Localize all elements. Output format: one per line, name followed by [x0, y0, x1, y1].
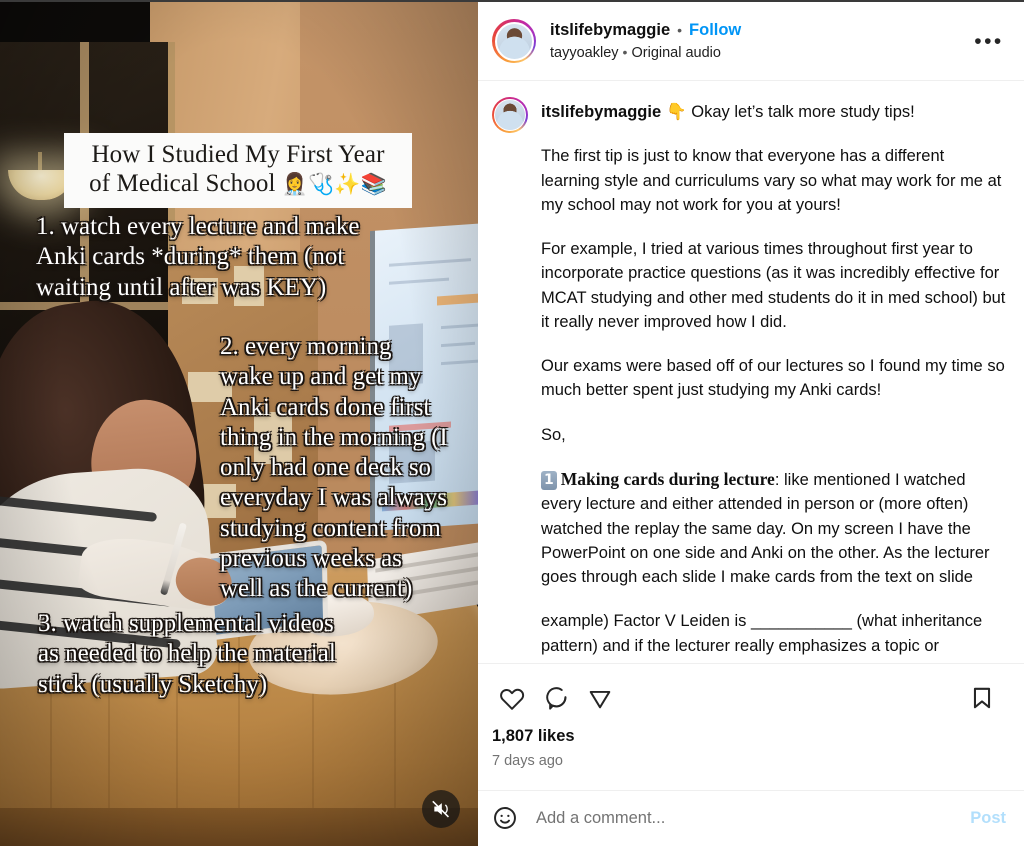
post-actions: 1,807 likes 7 days ago — [478, 664, 1024, 769]
caption-paragraph: Our exams were based off of our lectures… — [541, 357, 1005, 400]
video-title-card: How I Studied My First Year of Medical S… — [64, 133, 412, 208]
avatar[interactable] — [492, 19, 536, 63]
emoji-picker-button[interactable] — [492, 805, 520, 833]
pointing-down-icon: 👇 — [666, 102, 687, 121]
mute-toggle-button[interactable] — [422, 790, 460, 828]
video-overlay-tip-3: 3. watch supplemental videos as needed t… — [38, 610, 336, 698]
likes-count[interactable]: 1,807 likes — [492, 727, 1006, 746]
caption-avatar[interactable] — [492, 97, 528, 133]
audio-separator: • — [622, 44, 628, 60]
caption-paragraph: So, — [541, 425, 566, 444]
follow-button[interactable]: Follow — [689, 21, 741, 40]
caption-intro: itslifebymaggie 👇 Okay let’s talk more st… — [541, 100, 1006, 124]
paper-plane-icon — [589, 690, 611, 709]
caption-username[interactable]: itslifebymaggie — [541, 103, 661, 121]
audio-label[interactable]: Original audio — [631, 45, 720, 61]
speaker-muted-icon — [432, 800, 449, 818]
video-overlay-tip-1: 1. watch every lecture and make Anki car… — [36, 213, 360, 301]
audio-attribution-username[interactable]: tayyoakley — [550, 45, 619, 61]
post-header: itslifebymaggie • Follow tayyoakley • Or… — [478, 2, 1024, 81]
ellipsis-icon: ••• — [974, 29, 1004, 53]
save-button[interactable] — [962, 678, 1002, 718]
comment-bubble-icon — [546, 687, 567, 710]
avatar-image — [494, 21, 534, 61]
share-button[interactable] — [580, 678, 620, 718]
keycap-one-icon: 1 — [541, 470, 557, 490]
video-overlay-tip-2: 2. every morning wake up and get my Anki… — [220, 333, 448, 602]
caption-text: itslifebymaggie 👇 Okay let’s talk more st… — [541, 97, 1006, 663]
comment-button[interactable] — [536, 678, 576, 718]
header-username[interactable]: itslifebymaggie — [550, 21, 670, 40]
caption-scroll-area[interactable]: itslifebymaggie 👇 Okay let’s talk more st… — [478, 81, 1024, 664]
caption-item-1-heading: Making cards during lecture — [560, 468, 775, 489]
smiley-icon — [494, 806, 516, 829]
add-comment-bar: Post — [478, 790, 1024, 846]
caption-list-item-1: 1 Making cards during lecture: like menti… — [541, 467, 1006, 590]
post-timestamp: 7 days ago — [492, 753, 563, 769]
caption-paragraph: For example, I tried at various times th… — [541, 240, 1006, 331]
heart-icon — [500, 688, 525, 710]
header-separator: • — [677, 22, 683, 38]
video-player[interactable]: How I Studied My First Year of Medical S… — [0, 2, 478, 846]
caption-paragraph: The first tip is just to know that every… — [541, 147, 1002, 214]
header-meta: itslifebymaggie • Follow tayyoakley • Or… — [550, 21, 972, 61]
instagram-post: How I Studied My First Year of Medical S… — [0, 0, 1024, 846]
comment-input[interactable] — [536, 809, 971, 828]
caption-intro-text: Okay let’s talk more study tips! — [691, 103, 915, 121]
post-comment-button[interactable]: Post — [970, 809, 1006, 828]
video-title-emojis: 👩‍⚕️🩺✨📚 — [281, 172, 387, 197]
caption-paragraph: example) Factor V Leiden is ___________ … — [541, 612, 983, 663]
video-title-line1: How I Studied My First Year — [91, 141, 385, 168]
caption-avatar-image — [494, 99, 526, 131]
more-options-button[interactable]: ••• — [972, 24, 1006, 58]
like-button[interactable] — [492, 678, 532, 718]
bookmark-icon — [973, 687, 991, 709]
video-title-line2: of Medical School — [89, 170, 282, 198]
post-detail-panel: itslifebymaggie • Follow tayyoakley • Or… — [478, 2, 1024, 846]
